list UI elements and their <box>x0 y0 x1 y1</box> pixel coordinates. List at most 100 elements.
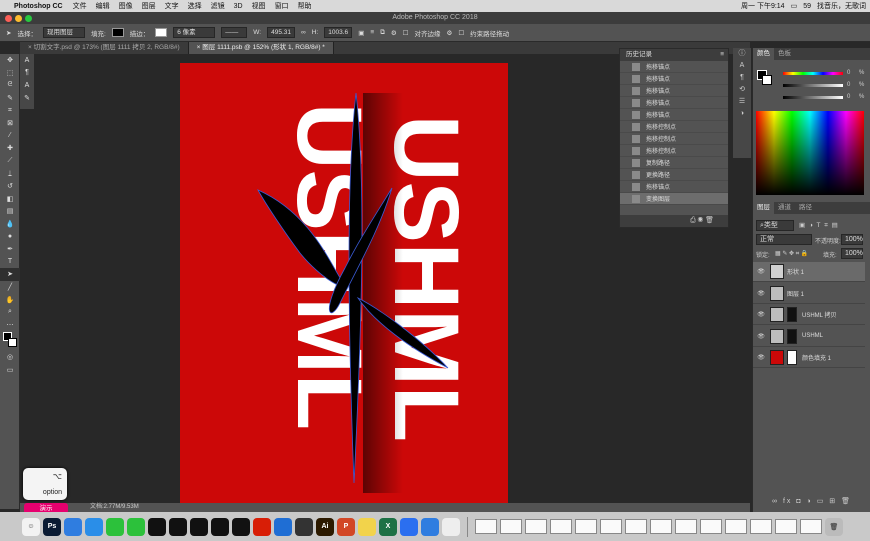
history-brush-icon[interactable]: ↺ <box>0 180 20 193</box>
clock[interactable]: 周一 下午9:14 <box>741 1 785 11</box>
constrain-path-checkbox[interactable]: ☐ <box>458 29 464 37</box>
gradient-tool-icon[interactable]: ▤ <box>0 205 20 218</box>
notes-app-icon[interactable] <box>358 517 376 536</box>
properties-icon[interactable]: ☰ <box>733 96 751 108</box>
tab-swatches[interactable]: 色板 <box>774 48 795 60</box>
menu-image[interactable]: 图像 <box>119 1 133 11</box>
menu-window[interactable]: 窗口 <box>275 1 289 11</box>
type-tool-icon[interactable]: T <box>0 256 20 269</box>
safari-app-icon[interactable] <box>85 517 103 536</box>
layer-thumbnail[interactable] <box>770 285 784 301</box>
tab-layers[interactable]: 图层 <box>753 202 774 214</box>
battery-icon[interactable]: ▭ <box>791 2 798 10</box>
layer-filter-dropdown[interactable]: ⌕类型 <box>756 220 794 231</box>
baidu-app-icon[interactable] <box>400 517 418 536</box>
history-item[interactable]: 复制路径 <box>620 157 728 169</box>
history-icon[interactable]: ⟲ <box>733 84 751 96</box>
tab-channels[interactable]: 通道 <box>774 202 795 214</box>
path-operations-icon[interactable]: ▣ <box>358 29 364 37</box>
layer-row[interactable]: 👁 形状 1 <box>753 262 865 282</box>
stroke-swatch[interactable] <box>155 28 168 37</box>
history-item[interactable]: 拖移控制点 <box>620 121 728 133</box>
history-item[interactable]: 拖移锚点 <box>620 181 728 193</box>
quick-mask-icon[interactable]: ◎ <box>0 351 20 364</box>
eraser-tool-icon[interactable]: ◧ <box>0 193 20 206</box>
fx-icon[interactable]: fx <box>783 498 792 505</box>
minimized-window[interactable] <box>475 519 497 534</box>
visibility-eye-icon[interactable]: 👁 <box>756 290 766 297</box>
history-item[interactable]: 变换图层 <box>620 193 728 205</box>
layer-name[interactable]: USHML <box>802 333 823 339</box>
history-item[interactable]: 更换路径 <box>620 169 728 181</box>
paragraph-icon[interactable]: ¶ <box>733 72 751 84</box>
app-app-icon[interactable] <box>295 517 313 536</box>
blur-tool-icon[interactable]: 💧 <box>0 218 20 231</box>
menu-filter[interactable]: 滤镜 <box>211 1 225 11</box>
zoom-tool-icon[interactable]: ⌕ <box>0 306 20 319</box>
frame-tool-icon[interactable]: ⊠ <box>0 117 20 130</box>
trash-icon[interactable]: 🗑 <box>825 517 843 536</box>
minimized-window[interactable] <box>800 519 822 534</box>
history-item[interactable]: 拖移锚点 <box>620 73 728 85</box>
fill-field[interactable]: 100% <box>841 248 863 259</box>
layer-name[interactable]: USHML 拷贝 <box>802 310 836 319</box>
healing-tool-icon[interactable]: ✚ <box>0 142 20 155</box>
now-playing[interactable]: 找音乐，无歌词 <box>817 1 866 11</box>
minimized-window[interactable] <box>500 519 522 534</box>
slider-value-1[interactable]: 0 <box>847 70 850 76</box>
menu-3d[interactable]: 3D <box>234 3 243 10</box>
menu-type[interactable]: 文字 <box>165 1 179 11</box>
slider-value-2[interactable]: 0 <box>847 82 850 88</box>
minimized-window[interactable] <box>550 519 572 534</box>
height-field[interactable]: 1003.6 <box>324 27 353 38</box>
adjustment-icon[interactable]: ◑ <box>807 498 813 505</box>
layer-thumbnail[interactable] <box>770 307 784 322</box>
layer-name[interactable]: 颜色填充 1 <box>802 353 831 362</box>
layer-thumbnail[interactable] <box>770 264 784 279</box>
chrome-app-icon[interactable] <box>64 517 82 536</box>
zoom-window-button[interactable] <box>25 15 32 22</box>
info-icon[interactable]: ⓘ <box>733 48 751 60</box>
fill-swatch[interactable] <box>111 28 124 37</box>
path-select-tool-icon[interactable]: ➤ <box>0 268 20 281</box>
menu-view[interactable]: 视图 <box>252 1 266 11</box>
qq3-app-icon[interactable] <box>190 517 208 536</box>
app-menu[interactable]: Photoshop CC <box>14 3 63 10</box>
artboard[interactable]: USHML USHML <box>180 63 508 503</box>
stamp-tool-icon[interactable]: ⍊ <box>0 167 20 180</box>
more-tools-icon[interactable]: ⋯ <box>0 318 20 331</box>
browser-app-icon[interactable] <box>274 517 292 536</box>
history-item[interactable]: 拖移锚点 <box>620 61 728 73</box>
marquee-tool-icon[interactable]: ⬚ <box>0 67 20 80</box>
artboard-icon[interactable]: A <box>20 54 34 67</box>
minimized-window[interactable] <box>775 519 797 534</box>
line-tool-icon[interactable]: ╱ <box>0 281 20 294</box>
brush-settings-icon[interactable]: ✎ <box>20 92 34 105</box>
trash-icon[interactable]: 🗑 <box>841 498 852 505</box>
layer-row[interactable]: 👁 USHML <box>753 327 865 347</box>
hue-slider[interactable] <box>783 72 843 75</box>
visibility-eye-icon[interactable]: 👁 <box>756 333 766 340</box>
layer-row[interactable]: 👁 USHML 拷贝 <box>753 305 865 325</box>
gear-icon[interactable]: ⚙ <box>391 29 397 37</box>
character-icon[interactable]: A <box>20 79 34 92</box>
path-alignment-icon[interactable]: ≡ <box>370 29 374 36</box>
blend-mode-dropdown[interactable]: 正常 <box>756 234 812 245</box>
layer-name[interactable]: 图层 1 <box>787 289 804 298</box>
minimized-window[interactable] <box>575 519 597 534</box>
menu-edit[interactable]: 编辑 <box>96 1 110 11</box>
character-icon[interactable]: A <box>733 60 751 72</box>
tab-document-1[interactable]: × 切割文字.psd @ 173% (图层 1111 拷贝 2, RGB/8#) <box>20 42 189 54</box>
Ai-app-icon[interactable]: Ai <box>316 517 334 536</box>
path-select-tool-icon[interactable]: ➤ <box>6 29 11 37</box>
slider-value-3[interactable]: 0 <box>847 94 850 100</box>
close-window-button[interactable] <box>5 15 12 22</box>
layer-thumbnail[interactable] <box>770 328 784 344</box>
new-layer-icon[interactable]: ⊞ <box>829 498 837 505</box>
history-item[interactable]: 拖移锚点 <box>620 97 728 109</box>
minimized-window[interactable] <box>525 519 547 534</box>
minimized-window[interactable] <box>700 519 722 534</box>
select-dropdown[interactable]: 现用图层 <box>42 27 85 38</box>
visibility-eye-icon[interactable]: 👁 <box>756 311 766 318</box>
layer-mask-thumbnail[interactable] <box>787 350 797 365</box>
